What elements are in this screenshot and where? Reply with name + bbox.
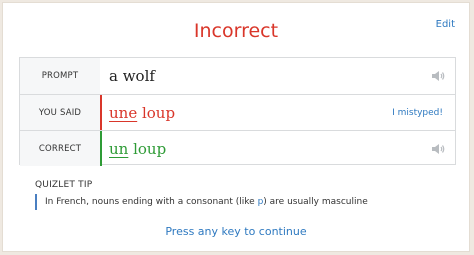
continue-prompt[interactable]: Press any key to continue bbox=[3, 225, 469, 238]
prompt-text: a wolf bbox=[109, 67, 155, 85]
tip-text: In French, nouns ending with a consonant… bbox=[35, 194, 368, 210]
answer-rest: loup bbox=[128, 139, 167, 158]
prompt-label: PROMPT bbox=[20, 58, 100, 94]
tip-heading: QUIZLET TIP bbox=[35, 180, 93, 190]
correct-label: CORRECT bbox=[20, 131, 100, 166]
you-said-label: YOU SAID bbox=[20, 95, 100, 130]
answer-table: PROMPT a wolf YOU SAID une loup I mistyp… bbox=[19, 57, 456, 166]
edit-link[interactable]: Edit bbox=[436, 19, 455, 30]
wrong-word: une bbox=[109, 103, 138, 122]
corrected-word: un bbox=[109, 139, 129, 158]
speaker-icon[interactable] bbox=[431, 143, 445, 155]
correct-answer: un loup bbox=[100, 131, 455, 166]
result-title: Incorrect bbox=[193, 20, 279, 42]
speaker-icon[interactable] bbox=[431, 70, 445, 82]
i-mistyped-button[interactable]: I mistyped! bbox=[392, 108, 443, 118]
answer-rest: loup bbox=[137, 103, 176, 122]
correct-row: CORRECT un loup bbox=[20, 130, 455, 166]
you-said-row: YOU SAID une loup I mistyped! bbox=[20, 94, 455, 130]
prompt-row: PROMPT a wolf bbox=[20, 58, 455, 94]
feedback-card: Incorrect Edit PROMPT a wolf YOU SAID un… bbox=[2, 2, 470, 252]
